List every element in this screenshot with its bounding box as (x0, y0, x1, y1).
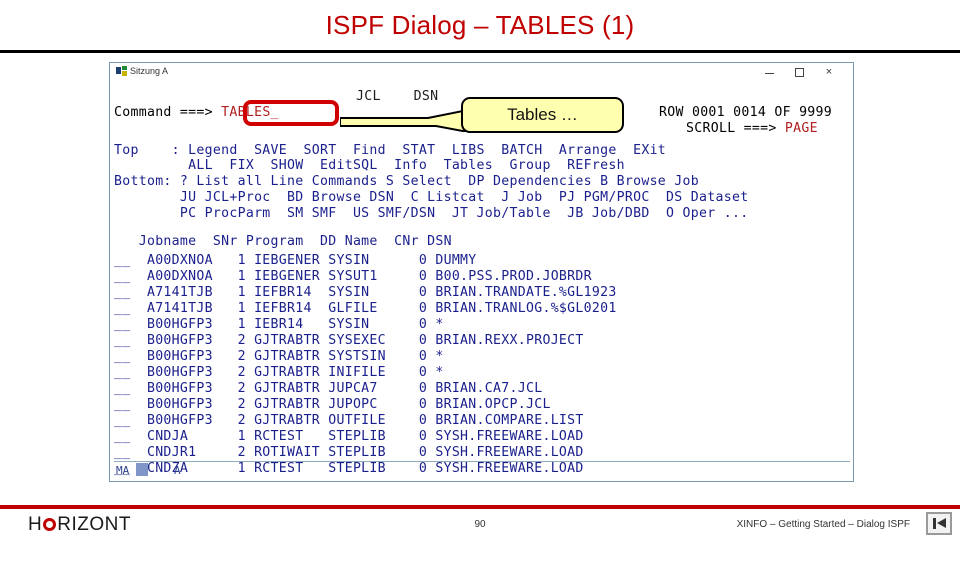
cursor-block-icon (136, 463, 148, 476)
table-header: Jobname SNr Program DD Name CNr DSN (114, 234, 452, 249)
table-row[interactable]: __ B00HGFP3 2 GJTRABTR INIFILE 0 * (114, 365, 444, 381)
table-row[interactable]: __ A00DXNOA 1 IEBGENER SYSIN 0 DUMMY (114, 253, 477, 269)
terminal-status-bar: MA A (114, 461, 850, 479)
terminal-screen: JCL DSN Command ===> TABLES_ ROW 0001 00… (114, 87, 850, 476)
table-row[interactable]: __ A7141TJB 1 IEFBR14 SYSIN 0 BRIAN.TRAN… (114, 285, 617, 301)
table-row[interactable]: __ B00HGFP3 2 GJTRABTR OUTFILE 0 BRIAN.C… (114, 413, 584, 429)
minimize-button[interactable] (761, 66, 777, 80)
title-divider (0, 50, 960, 53)
command-label: Command ===> (114, 105, 213, 120)
nav-triangle-left-icon (937, 518, 946, 528)
previous-slide-button[interactable] (926, 512, 952, 535)
window-title: Sitzung A (130, 66, 169, 76)
table-row[interactable]: __ B00HGFP3 2 GJTRABTR JUPOPC 0 BRIAN.OP… (114, 397, 551, 413)
command-input[interactable]: TABLES_ (221, 105, 279, 120)
menu-line-top[interactable]: Top : Legend SAVE SORT Find STAT LIBS BA… (114, 143, 666, 159)
menu-line-top-2[interactable]: ALL FIX SHOW EditSQL Info Tables Group R… (114, 158, 625, 174)
footer-divider (0, 505, 960, 509)
table-row[interactable]: __ B00HGFP3 2 GJTRABTR SYSEXEC 0 BRIAN.R… (114, 333, 584, 349)
scroll-value[interactable]: PAGE (785, 121, 818, 136)
scroll-label: SCROLL ===> (686, 121, 777, 136)
callout-tail (340, 110, 468, 132)
table-row[interactable]: __ A7141TJB 1 IEFBR14 GLFILE 0 BRIAN.TRA… (114, 301, 617, 317)
status-session: A (174, 464, 181, 477)
command-line: Command ===> TABLES_ (114, 105, 279, 121)
scroll-status: SCROLL ===> PAGE (686, 121, 818, 137)
callout-bubble: Tables … (461, 97, 624, 133)
maximize-button[interactable] (791, 66, 807, 80)
menu-hint-jcl-dsn: JCL DSN (356, 89, 439, 104)
menu-line-bottom[interactable]: Bottom: ? List all Line Commands S Selec… (114, 174, 699, 190)
session-icon (116, 66, 127, 76)
menu-line-bottom-2[interactable]: JU JCL+Proc BD Browse DSN C Listcat J Jo… (114, 190, 748, 206)
status-mode: MA (116, 464, 130, 477)
close-button[interactable]: × (821, 66, 837, 80)
nav-bar-icon (933, 518, 936, 529)
menu-line-bottom-3[interactable]: PC ProcParm SM SMF US SMF/DSN JT Job/Tab… (114, 206, 748, 222)
page-title: ISPF Dialog – TABLES (1) (325, 10, 635, 40)
table-row[interactable]: __ CNDJR1 2 ROTIWAIT STEPLIB 0 SYSH.FREE… (114, 445, 584, 461)
table-row[interactable]: __ CNDJA 1 RCTEST STEPLIB 0 SYSH.FREEWAR… (114, 429, 584, 445)
table-row[interactable]: __ A00DXNOA 1 IEBGENER SYSUT1 0 B00.PSS.… (114, 269, 592, 285)
table-row[interactable]: __ B00HGFP3 1 IEBR14 SYSIN 0 * (114, 317, 444, 333)
terminal-titlebar: Sitzung A (110, 63, 853, 85)
footer-caption: XINFO – Getting Started – Dialog ISPF (736, 519, 910, 530)
row-status: ROW 0001 0014 OF 9999 (659, 105, 833, 120)
table-row[interactable]: __ B00HGFP3 2 GJTRABTR JUPCA7 0 BRIAN.CA… (114, 381, 542, 397)
table-row[interactable]: __ B00HGFP3 2 GJTRABTR SYSTSIN 0 * (114, 349, 444, 365)
